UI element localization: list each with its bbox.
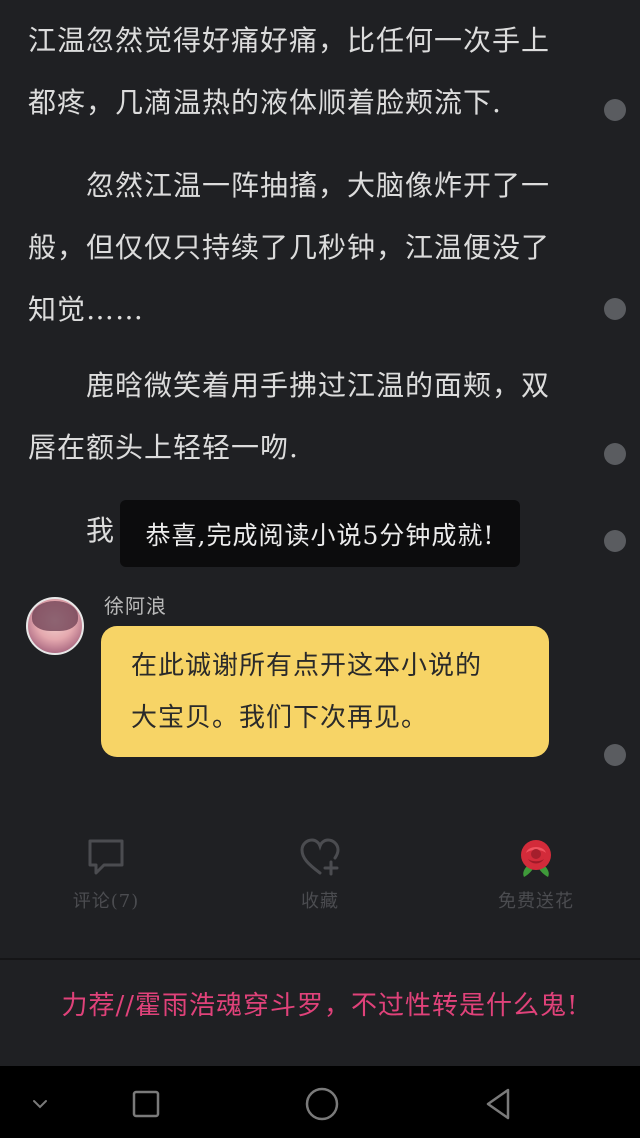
- text-line: 般，但仅仅只持续了几秒钟，江温便没了: [28, 231, 551, 264]
- recommended-novel-link[interactable]: 力荐//霍雨浩魂穿斗罗，不过性转是什么鬼!: [0, 985, 640, 1022]
- divider: [0, 958, 640, 960]
- text-line: 我: [28, 514, 116, 547]
- author-note-bubble: 在此诚谢所有点开这本小说的 大宝贝。我们下次再见。: [101, 626, 549, 757]
- avatar-hair: [32, 601, 78, 631]
- square-icon[interactable]: [126, 1084, 166, 1124]
- circle-icon[interactable]: [302, 1084, 342, 1124]
- heart-add-icon: [300, 838, 340, 876]
- comment-icon: [88, 839, 124, 875]
- paragraph-comment-dot[interactable]: [604, 99, 626, 121]
- reader-content[interactable]: 江温忽然觉得好痛好痛，比任何一次手上 都疼，几滴温热的液体顺着脸颊流下. 忽然江…: [0, 0, 640, 960]
- paragraph-comment-dot[interactable]: [604, 443, 626, 465]
- comment-label: 评论(7): [72, 891, 140, 912]
- text-line: 江温忽然觉得好痛好痛，比任何一次手上: [28, 24, 551, 57]
- paragraph: 鹿晗微笑着用手拂过江温的面颊，双 唇在额头上轻轻一吻.: [28, 355, 588, 479]
- paragraph: 江温忽然觉得好痛好痛，比任何一次手上 都疼，几滴温热的液体顺着脸颊流下.: [28, 10, 588, 134]
- system-navigation-bar: [0, 1066, 640, 1138]
- text-line: 知觉……: [28, 293, 145, 326]
- flower-label: 免费送花: [498, 891, 574, 912]
- rose-icon: [521, 840, 551, 877]
- paragraph-comment-dot[interactable]: [604, 530, 626, 552]
- send-flower-button[interactable]: 免费送花: [466, 835, 606, 913]
- author-note-line: 在此诚谢所有点开这本小说的: [131, 651, 483, 681]
- triangle-back-icon[interactable]: [478, 1084, 518, 1124]
- paragraph-comment-dot[interactable]: [604, 744, 626, 766]
- toast-text: 恭喜,完成阅读小说5分钟成就!: [145, 520, 495, 550]
- favorite-label: 收藏: [301, 891, 339, 912]
- author-name: 徐阿浪: [104, 594, 167, 618]
- paragraph-comment-dot[interactable]: [604, 298, 626, 320]
- author-note-line: 大宝贝。我们下次再见。: [131, 703, 429, 733]
- text-line: 鹿晗微笑着用手拂过江温的面颊，双: [28, 369, 551, 402]
- achievement-toast: 恭喜,完成阅读小说5分钟成就!: [120, 500, 520, 567]
- favorite-button[interactable]: 收藏: [250, 835, 390, 913]
- paragraph: 忽然江温一阵抽搐，大脑像炸开了一 般，但仅仅只持续了几秒钟，江温便没了 知觉……: [28, 155, 588, 341]
- author-avatar[interactable]: [26, 597, 84, 655]
- text-line: 都疼，几滴温热的液体顺着脸颊流下.: [28, 86, 502, 119]
- chapter-actions: 评论(7) 收藏 免费送花: [0, 835, 640, 935]
- text-line: 忽然江温一阵抽搐，大脑像炸开了一: [28, 169, 551, 202]
- text-line: 唇在额头上轻轻一吻.: [28, 431, 299, 464]
- chevron-down-icon[interactable]: [20, 1084, 60, 1124]
- comment-button[interactable]: 评论(7): [36, 835, 176, 913]
